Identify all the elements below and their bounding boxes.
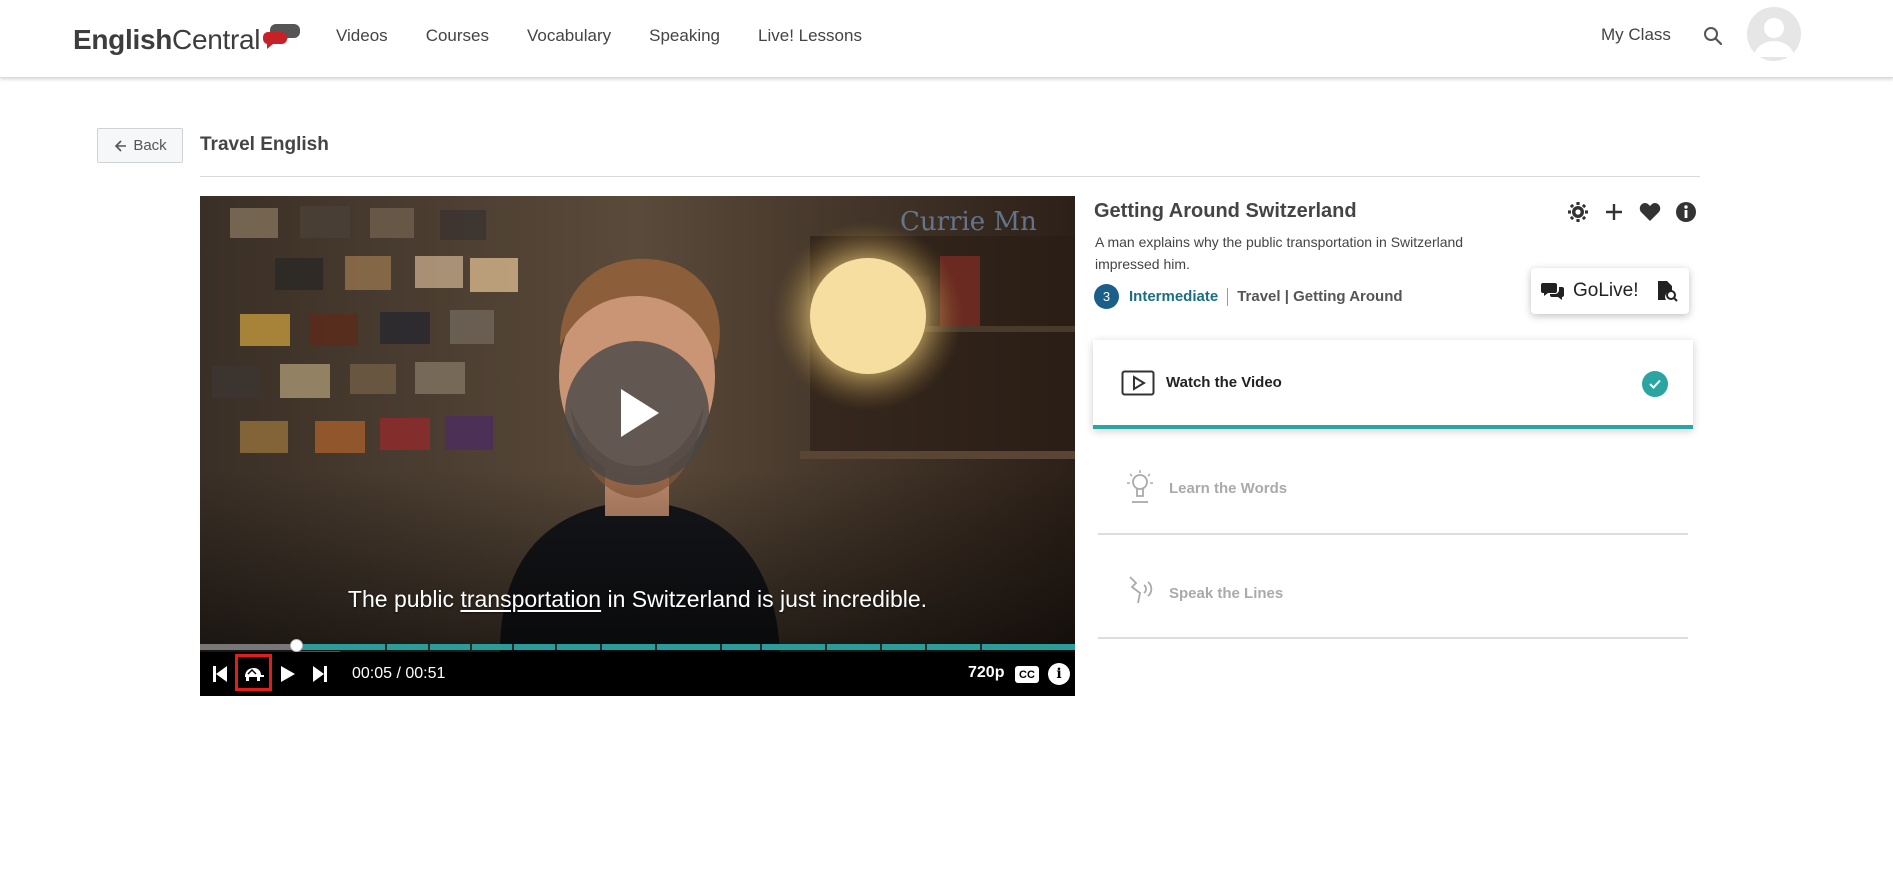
progress-played — [200, 644, 296, 650]
step-speak-lines[interactable]: Speak the Lines — [1098, 535, 1688, 639]
arrow-left-icon — [115, 139, 127, 152]
nav-courses[interactable]: Courses — [426, 26, 489, 46]
subtitle-caption: The public transportation in Switzerland… — [200, 586, 1075, 613]
gear-icon[interactable] — [1566, 200, 1590, 224]
nav-vocabulary[interactable]: Vocabulary — [527, 26, 611, 46]
my-class-link[interactable]: My Class — [1601, 25, 1671, 45]
progress-bar[interactable] — [200, 644, 1075, 650]
nav-videos[interactable]: Videos — [336, 26, 388, 46]
step-learn-words[interactable]: Learn the Words — [1098, 431, 1688, 535]
skip-back-icon[interactable] — [210, 664, 230, 684]
lightbulb-icon — [1127, 470, 1153, 503]
nav-live-lessons[interactable]: Live! Lessons — [758, 26, 862, 46]
level-badge: 3 — [1094, 284, 1119, 309]
quality-selector[interactable]: 720p — [968, 664, 1004, 682]
add-plus-icon[interactable] — [1602, 200, 1626, 224]
englishcentral-logo[interactable]: EnglishCentral — [73, 20, 302, 60]
play-icon — [621, 389, 659, 437]
svg-text:Currie Mn: Currie Mn — [900, 207, 1037, 237]
main-nav: Videos Courses Vocabulary Speaking Live!… — [336, 26, 900, 46]
info-circle-icon[interactable] — [1674, 200, 1698, 224]
video-player[interactable]: Currie Mn The public transportation in S… — [200, 196, 1075, 696]
top-navbar: EnglishCentral Videos Courses Vocabulary… — [0, 0, 1893, 78]
play-overlay-button[interactable] — [565, 341, 709, 485]
turtle-slow-icon[interactable] — [243, 664, 265, 684]
step-watch-video[interactable]: Watch the Video — [1093, 340, 1693, 429]
nav-speaking[interactable]: Speaking — [649, 26, 720, 46]
heart-icon[interactable] — [1638, 200, 1662, 224]
logo-central: Central — [172, 24, 261, 55]
step-label: Speak the Lines — [1169, 585, 1284, 602]
video-tools — [1566, 200, 1698, 224]
back-label: Back — [133, 137, 167, 154]
caption-text-after: in Switzerland is just incredible. — [601, 586, 928, 612]
info-icon[interactable]: i — [1048, 663, 1070, 685]
video-description: A man explains why the public transporta… — [1095, 234, 1464, 272]
video-title: Getting Around Switzerland — [1094, 200, 1357, 222]
step-label: Watch the Video — [1166, 374, 1282, 391]
level-row: 3 Intermediate Travel | Getting Around — [1094, 284, 1403, 309]
skip-forward-icon[interactable] — [310, 664, 330, 684]
level-name[interactable]: Intermediate — [1129, 288, 1218, 305]
chat-bubbles-icon — [1541, 283, 1564, 300]
golive-label: GoLive! — [1573, 280, 1639, 301]
closed-captions-button[interactable]: CC — [1015, 666, 1039, 683]
time-display: 00:05 / 00:51 — [352, 665, 446, 682]
video-play-icon — [1121, 370, 1155, 396]
scrub-handle[interactable] — [290, 639, 303, 652]
progress-segments — [300, 644, 1075, 650]
step-label: Learn the Words — [1169, 480, 1288, 497]
caption-word-link[interactable]: transportation — [460, 586, 601, 612]
divider — [200, 176, 1700, 177]
checkmark-icon — [1642, 371, 1668, 397]
topic-tags[interactable]: Travel | Getting Around — [1237, 288, 1402, 305]
play-icon[interactable] — [278, 664, 298, 684]
speech-bubbles-icon — [262, 20, 302, 50]
golive-button[interactable]: GoLive! — [1531, 268, 1689, 314]
separator — [1227, 287, 1229, 306]
speaking-icon — [1129, 576, 1153, 604]
logo-english: English — [73, 24, 173, 55]
document-search-icon[interactable] — [1655, 280, 1679, 302]
course-title: Travel English — [200, 134, 329, 155]
player-controls: 00:05 / 00:51 720p CC i — [200, 652, 1075, 696]
back-button[interactable]: Back — [97, 128, 183, 163]
search-icon[interactable] — [1701, 24, 1725, 48]
avatar[interactable] — [1747, 7, 1801, 61]
caption-text-before: The public — [347, 586, 461, 612]
